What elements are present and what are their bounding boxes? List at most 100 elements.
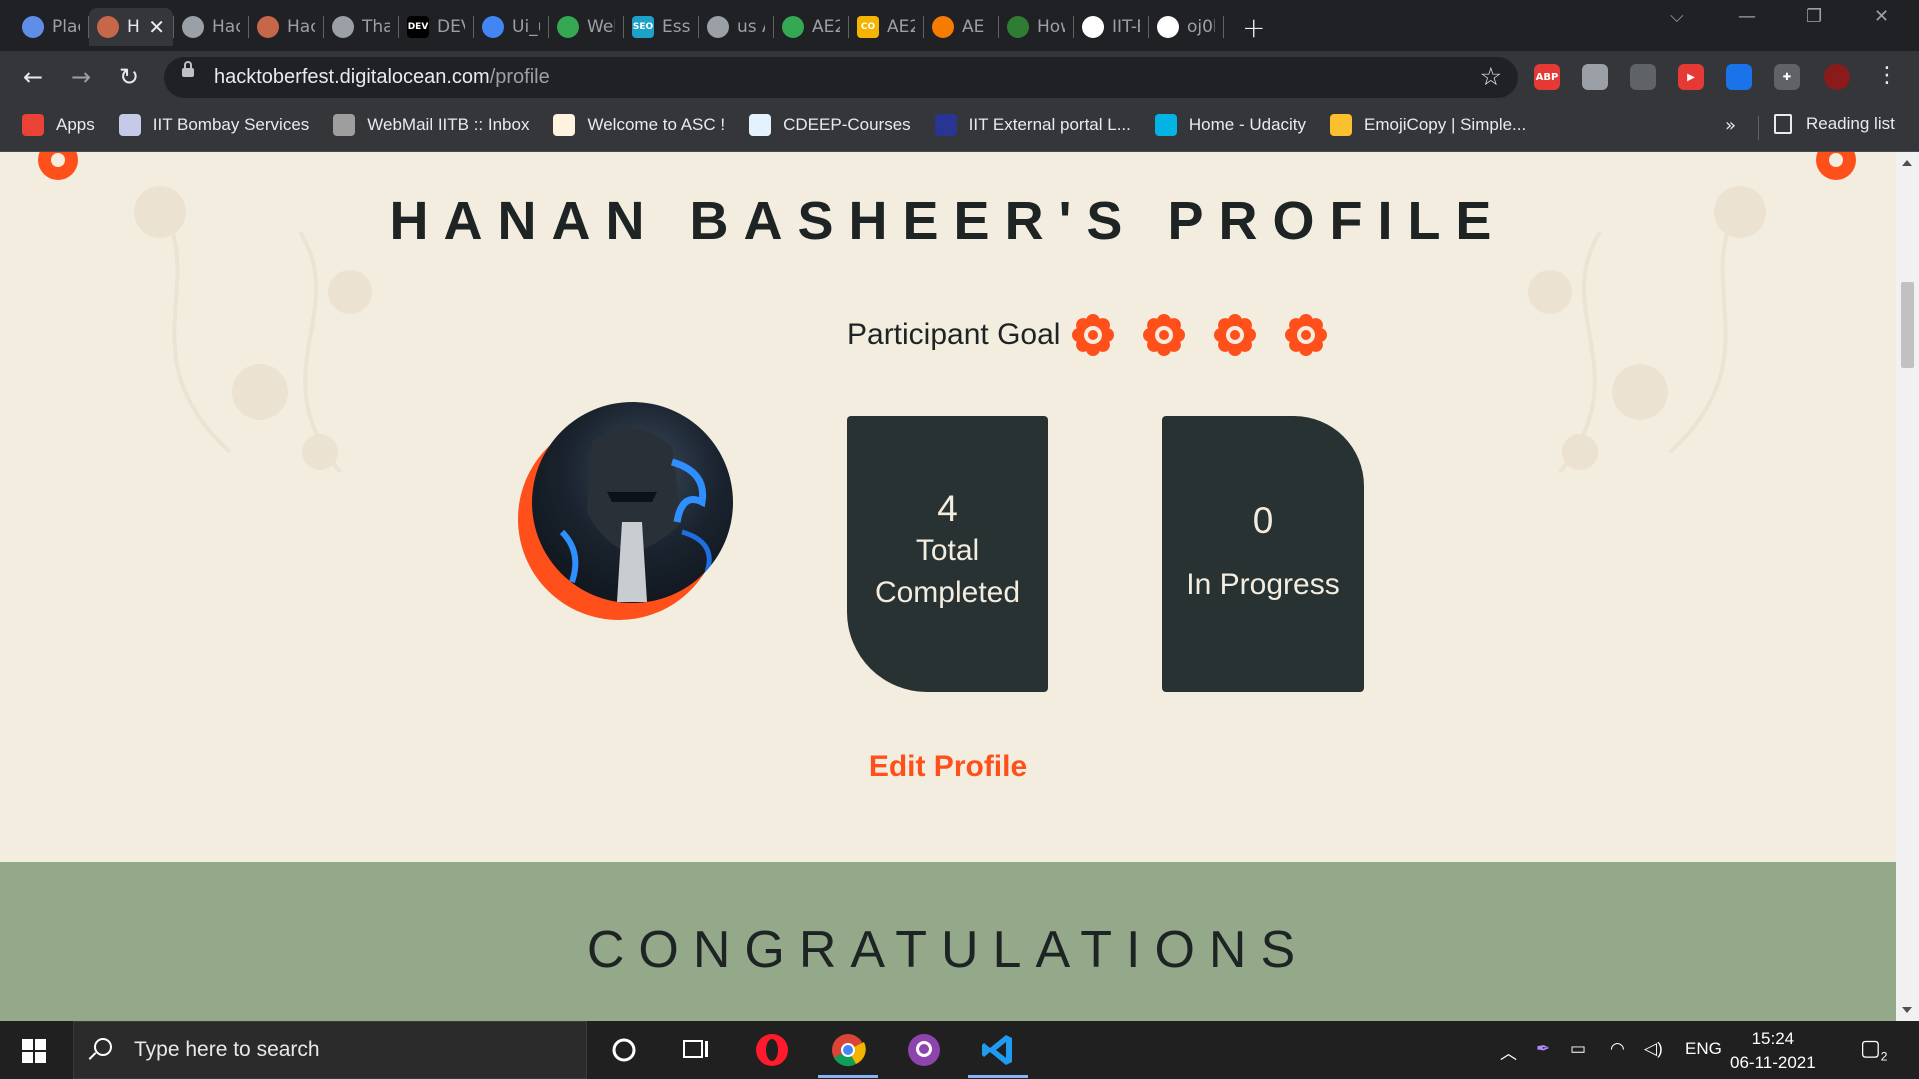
- google-favicon: [1157, 16, 1179, 38]
- tabs-row: PlacH✕HaclHaclTharDEVDEVUi_uWebSEOEssaus…: [14, 7, 1265, 47]
- browser-tab[interactable]: Hacl: [174, 8, 248, 46]
- screen-recorder-icon[interactable]: [1726, 64, 1752, 90]
- tab-separator: [1223, 16, 1224, 38]
- bookmark-item[interactable]: WebMail IITB :: Inbox: [333, 114, 529, 136]
- dev-favicon: DEV: [407, 16, 429, 38]
- taskbar-search-box[interactable]: Type here to search: [73, 1021, 587, 1079]
- extension-icon[interactable]: [1582, 64, 1608, 90]
- youtube-extension-icon[interactable]: ▶: [1678, 64, 1704, 90]
- bookmark-favicon-icon: [1330, 114, 1353, 136]
- opera-icon[interactable]: [754, 1032, 790, 1068]
- browser-tab-title: AE2: [887, 17, 915, 37]
- forward-arrow-icon[interactable]: →: [66, 63, 96, 91]
- edit-profile-link[interactable]: Edit Profile: [0, 750, 1896, 784]
- browser-toolbar: ← → ↻ hacktoberfest.digitalocean.com/pro…: [0, 51, 1919, 104]
- new-tab-button[interactable]: +: [1242, 11, 1265, 44]
- edit-profile-label[interactable]: Edit Profile: [869, 750, 1027, 783]
- bookmark-item[interactable]: Home - Udacity: [1154, 114, 1306, 136]
- browser-tab[interactable]: SEO Essa: [624, 8, 698, 46]
- profile-page: HANAN BASHEER'S PROFILE Participant Goal…: [0, 152, 1896, 1021]
- battery-icon[interactable]: ▭: [1570, 1039, 1586, 1059]
- browser-tab-title: IIT-B: [1112, 17, 1140, 37]
- in-progress-value: 0: [1252, 500, 1274, 541]
- browser-tab[interactable]: Ui_u: [474, 8, 548, 46]
- lock-icon[interactable]: [182, 61, 194, 77]
- github-desktop-icon[interactable]: [906, 1032, 942, 1068]
- vscode-icon[interactable]: [980, 1032, 1016, 1068]
- puzzle-icon[interactable]: ✚: [1774, 64, 1800, 90]
- close-window-button[interactable]: ✕: [1874, 6, 1889, 27]
- address-bar[interactable]: hacktoberfest.digitalocean.com/profile ☆: [164, 57, 1518, 98]
- reload-icon[interactable]: ↻: [114, 63, 144, 91]
- url-text[interactable]: hacktoberfest.digitalocean.com/profile: [214, 66, 550, 89]
- bookmark-favicon-icon: [1154, 114, 1177, 136]
- bookmark-label: EmojiCopy | Simple...: [1364, 115, 1527, 134]
- bookmark-item[interactable]: IIT Bombay Services: [118, 114, 309, 136]
- cortana-icon[interactable]: [606, 1032, 642, 1068]
- browser-tab[interactable]: Web: [549, 8, 623, 46]
- browser-tab[interactable]: DEV DEV: [399, 8, 473, 46]
- restore-button[interactable]: ❐: [1806, 6, 1822, 27]
- bookmarks-divider: [1758, 116, 1759, 140]
- globe-icon: [332, 16, 354, 38]
- notifications-icon[interactable]: ▢2: [1860, 1035, 1887, 1063]
- bookmark-star-icon[interactable]: ☆: [1480, 62, 1502, 91]
- chrome-icon[interactable]: [830, 1032, 866, 1068]
- seo-favicon: SEO: [632, 16, 654, 38]
- page-scrollbar[interactable]: [1896, 152, 1919, 1021]
- bookmark-item[interactable]: EmojiCopy | Simple...: [1330, 114, 1526, 136]
- notification-count: 2: [1880, 1049, 1888, 1064]
- bookmarks-overflow-button[interactable]: »: [1725, 115, 1736, 136]
- adblock-plus-icon[interactable]: ABP: [1534, 64, 1560, 90]
- browser-tab[interactable]: AE 2: [924, 8, 998, 46]
- browser-tab[interactable]: AE2: [774, 8, 848, 46]
- bookmark-item[interactable]: Apps: [22, 114, 95, 136]
- browser-tab[interactable]: oj0h: [1149, 8, 1223, 46]
- browser-tab[interactable]: Hacl: [249, 8, 323, 46]
- bookmark-item[interactable]: Welcome to ASC !: [553, 114, 725, 136]
- avatar-image: [532, 402, 733, 603]
- pen-workspace-icon[interactable]: ✒: [1536, 1039, 1550, 1059]
- github-favicon: [1082, 16, 1104, 38]
- browser-tab[interactable]: Thar: [324, 8, 398, 46]
- more-menu-icon[interactable]: ⋮: [1872, 63, 1902, 88]
- total-completed-value: 4: [937, 488, 958, 529]
- profile-avatar: [518, 402, 733, 620]
- bookmark-favicon-icon: [118, 114, 141, 136]
- bookmark-item[interactable]: IIT External portal L...: [934, 114, 1131, 136]
- in-progress-label: In Progress: [1186, 568, 1340, 601]
- browser-tab[interactable]: CO AE2: [849, 8, 923, 46]
- back-arrow-icon[interactable]: ←: [18, 63, 48, 91]
- minimize-button[interactable]: —: [1738, 6, 1756, 27]
- scroll-down-arrow[interactable]: [1902, 1007, 1912, 1013]
- wifi-icon[interactable]: ◠: [1610, 1039, 1625, 1059]
- tab-search-button[interactable]: ⌵: [1670, 6, 1684, 27]
- camera-extension-icon[interactable]: [1630, 64, 1656, 90]
- reading-list-button[interactable]: Reading list: [1774, 114, 1895, 134]
- browser-tab[interactable]: IIT-B: [1074, 8, 1148, 46]
- browser-tab[interactable]: How: [999, 8, 1073, 46]
- bookmark-label: IIT External portal L...: [968, 115, 1131, 134]
- taskbar-clock[interactable]: 15:24 06-11-2021: [1730, 1027, 1816, 1075]
- close-tab-icon[interactable]: ✕: [148, 15, 165, 39]
- congratulations-section: CONGRATULATIONS: [0, 862, 1896, 1021]
- scrollbar-thumb[interactable]: [1901, 282, 1914, 368]
- browser-tab[interactable]: us A: [699, 8, 773, 46]
- browser-tab-title: Ui_u: [512, 17, 540, 37]
- windows-start-button[interactable]: [22, 1039, 46, 1063]
- browser-tab-strip: PlacH✕HaclHaclTharDEVDEVUi_uWebSEOEssaus…: [0, 0, 1919, 51]
- bookmark-item[interactable]: CDEEP-Courses: [749, 114, 911, 136]
- volume-icon[interactable]: ◁): [1644, 1039, 1663, 1059]
- scroll-up-arrow[interactable]: [1902, 160, 1912, 166]
- task-view-icon[interactable]: [678, 1032, 714, 1068]
- show-hidden-icons-icon[interactable]: ︿: [1500, 1039, 1517, 1064]
- browser-tab[interactable]: Plac: [14, 8, 88, 46]
- language-indicator[interactable]: ENG: [1685, 1039, 1722, 1059]
- profile-avatar-icon[interactable]: [1824, 64, 1850, 90]
- bookmark-label: WebMail IITB :: Inbox: [367, 115, 530, 134]
- goal-flower-icon: [1285, 314, 1328, 356]
- url-domain: hacktoberfest.digitalocean.com: [214, 66, 490, 88]
- browser-tab[interactable]: H ✕: [89, 8, 173, 46]
- goal-flowers: [1070, 312, 1354, 358]
- browser-tab-title: How: [1037, 17, 1065, 37]
